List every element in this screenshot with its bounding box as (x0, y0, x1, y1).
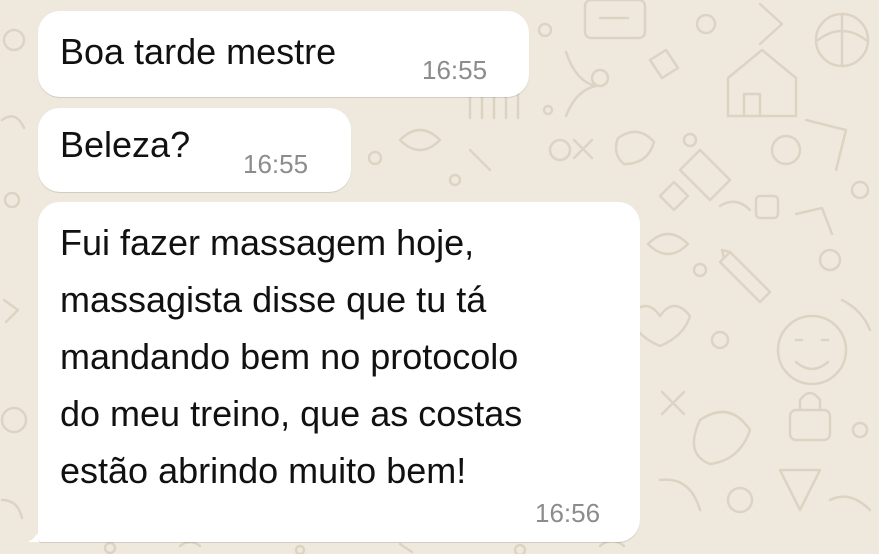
message-text: Boa tarde mestre (60, 31, 337, 72)
message-line: estão abrindo muito bem! (60, 450, 467, 491)
message-timestamp: 16:55 (422, 55, 488, 85)
message-timestamp: 16:55 (243, 149, 309, 179)
message-line: do meu treino, que as costas (60, 393, 523, 434)
message-text: Fui fazer massagem hoje, massagista diss… (60, 214, 630, 499)
message-text: Beleza? (60, 124, 191, 165)
message-bubble-3[interactable]: Fui fazer massagem hoje, massagista diss… (38, 202, 640, 542)
message-bubble-2[interactable]: Beleza? 16:55 (38, 108, 351, 192)
message-timestamp: 16:56 (535, 498, 601, 528)
message-line: mandando bem no protocolo (60, 336, 519, 377)
message-line: massagista disse que tu tá (60, 279, 487, 320)
message-bubble-1[interactable]: Boa tarde mestre 16:55 (38, 11, 529, 97)
message-line: Fui fazer massagem hoje, (60, 222, 475, 263)
